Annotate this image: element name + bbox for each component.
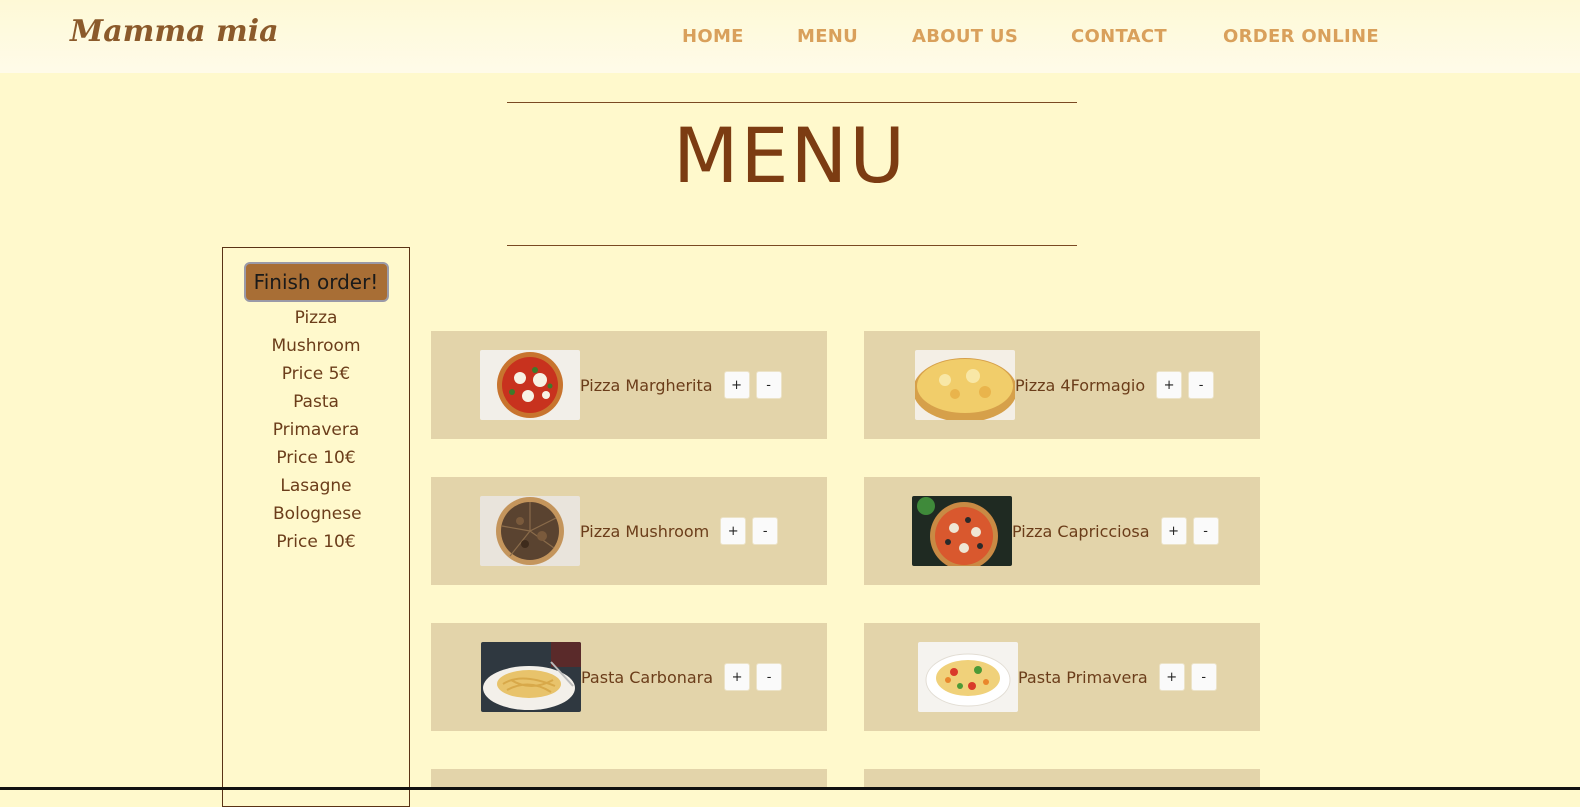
nav-about-us[interactable]: ABOUT US — [912, 26, 1018, 47]
navbar: Mamma mia HOME MENU ABOUT US CONTACT ORD… — [0, 0, 1580, 73]
remove-pizza-margherita-button[interactable]: - — [755, 371, 782, 399]
order-item-name: Lasagne Bolognese — [273, 476, 362, 524]
title-top-divider — [507, 102, 1077, 103]
menu-item-name: Pasta Primavera — [1018, 667, 1148, 687]
nav-order-online[interactable]: ORDER ONLINE — [1223, 26, 1379, 47]
menu-card-pizza-margherita: Pizza Margherita + - — [431, 331, 827, 439]
brand-logo[interactable]: Mamma mia — [70, 14, 279, 49]
add-pasta-carbonara-button[interactable]: + — [724, 663, 751, 691]
order-item-price: Price 5€ — [281, 364, 351, 384]
remove-pasta-primavera-button[interactable]: - — [1190, 663, 1217, 691]
remove-pizza-4formagio-button[interactable]: - — [1188, 371, 1215, 399]
menu-item-name: Pizza 4Formagio — [1015, 375, 1146, 395]
nav-contact[interactable]: CONTACT — [1071, 26, 1167, 47]
order-item-price: Price 10€ — [276, 448, 356, 468]
menu-card-pasta-carbonara: Pasta Carbonara + - — [431, 623, 827, 731]
menu-card-pizza-mushroom: Pizza Mushroom + - — [431, 477, 827, 585]
add-pasta-primavera-button[interactable]: + — [1158, 663, 1185, 691]
menu-card-pasta-primavera: Pasta Primavera + - — [864, 623, 1260, 731]
pasta-primavera-photo — [918, 642, 1018, 712]
nav-home[interactable]: HOME — [682, 26, 744, 47]
remove-pizza-capricciosa-button[interactable]: - — [1192, 517, 1219, 545]
remove-pasta-carbonara-button[interactable]: - — [756, 663, 783, 691]
finish-order-button[interactable]: Finish order! — [243, 262, 389, 302]
pasta-carbonara-photo — [481, 642, 581, 712]
add-pizza-4formagio-button[interactable]: + — [1156, 371, 1183, 399]
order-sidebar: Finish order! Pizza Mushroom Price 5€ Pa… — [222, 247, 410, 807]
menu-item-name: Pizza Mushroom — [580, 521, 710, 541]
pizza-4formagio-photo — [915, 350, 1015, 420]
pizza-margherita-photo — [480, 350, 580, 420]
order-item-name: Pasta Primavera — [272, 392, 360, 440]
order-item-price: Price 10€ — [276, 532, 356, 552]
menu-item-name: Pizza Capricciosa — [1012, 521, 1150, 541]
order-list: Pizza Mushroom Price 5€ Pasta Primavera … — [223, 304, 409, 556]
menu-card-pizza-4formagio: Pizza 4Formagio + - — [864, 331, 1260, 439]
add-pizza-mushroom-button[interactable]: + — [720, 517, 747, 545]
nav-menu[interactable]: MENU — [797, 26, 858, 47]
pizza-mushroom-photo — [480, 496, 580, 566]
menu-item-name: Pizza Margherita — [580, 375, 713, 395]
add-pizza-capricciosa-button[interactable]: + — [1160, 517, 1187, 545]
pizza-capricciosa-photo — [912, 496, 1012, 566]
title-bottom-divider — [507, 245, 1077, 246]
menu-card-pizza-capricciosa: Pizza Capricciosa + - — [864, 477, 1260, 585]
order-item-name: Pizza Mushroom — [271, 308, 361, 356]
page-title: MENU — [672, 111, 908, 200]
menu-item-name: Pasta Carbonara — [581, 667, 714, 687]
remove-pizza-mushroom-button[interactable]: - — [752, 517, 779, 545]
add-pizza-margherita-button[interactable]: + — [723, 371, 750, 399]
